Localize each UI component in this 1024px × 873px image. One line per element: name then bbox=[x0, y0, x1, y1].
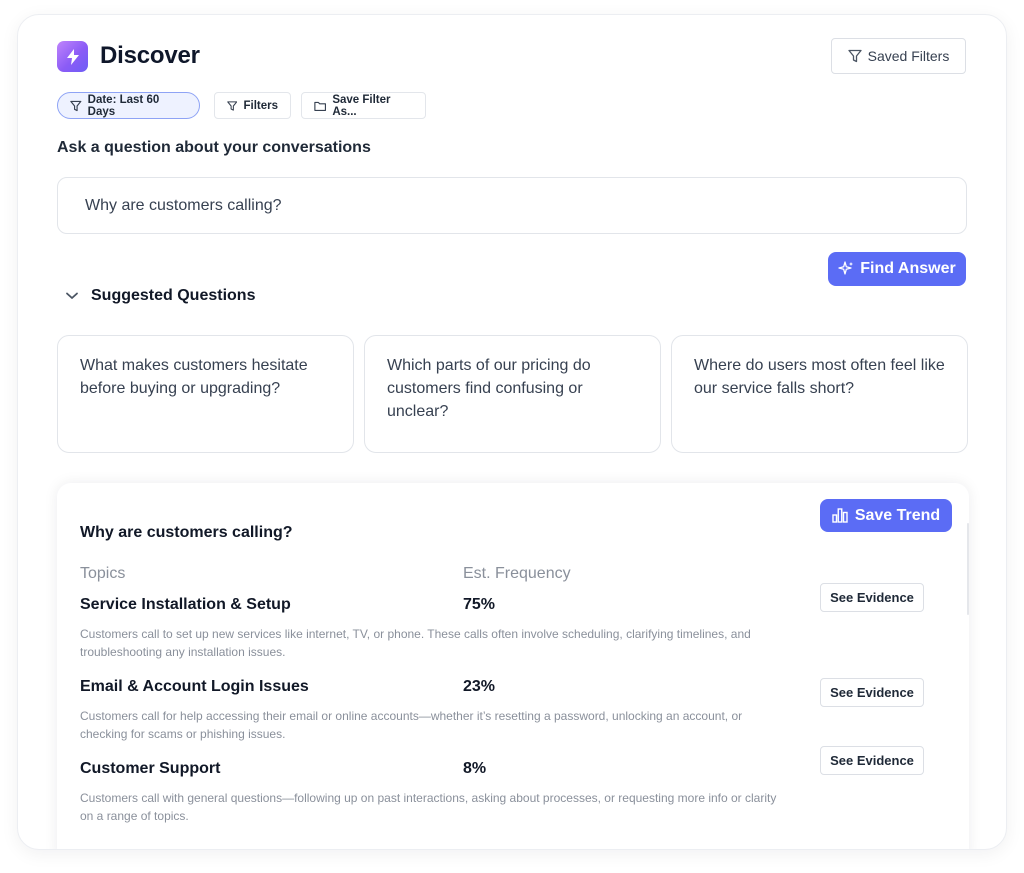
filters-label: Filters bbox=[243, 99, 278, 112]
see-evidence-button[interactable]: See Evidence bbox=[820, 746, 924, 775]
frequency-column-header: Est. Frequency bbox=[463, 565, 571, 582]
save-filter-as-label: Save Filter As... bbox=[332, 93, 391, 118]
question-input[interactable] bbox=[57, 177, 967, 234]
app-logo bbox=[57, 41, 88, 72]
suggested-questions-title: Suggested Questions bbox=[91, 287, 256, 304]
see-evidence-button[interactable]: See Evidence bbox=[820, 583, 924, 612]
bar-chart-icon bbox=[832, 508, 848, 523]
date-filter-label: Date: Last 60 Days bbox=[87, 93, 160, 118]
saved-filters-button[interactable]: Saved Filters bbox=[831, 38, 966, 74]
topic-title: Email & Account Login Issues bbox=[80, 678, 309, 695]
funnel-icon bbox=[847, 49, 862, 63]
topic-frequency: 75% bbox=[463, 596, 496, 613]
funnel-icon bbox=[227, 100, 238, 111]
saved-filters-label: Saved Filters bbox=[867, 48, 950, 64]
topic-title: Customer Support bbox=[80, 760, 221, 777]
save-filter-as-chip[interactable]: Save Filter As... bbox=[301, 92, 426, 119]
topic-description: Customers call with general questions—fo… bbox=[80, 791, 777, 823]
save-trend-button[interactable]: Save Trend bbox=[820, 499, 952, 532]
funnel-icon bbox=[70, 100, 82, 111]
suggested-question-text: Which parts of our pricing do customers … bbox=[387, 357, 591, 420]
topic-description: Customers call to set up new services li… bbox=[80, 627, 751, 659]
date-filter-chip[interactable]: Date: Last 60 Days bbox=[57, 92, 200, 119]
topics-column-header: Topics bbox=[80, 565, 126, 582]
topic-description: Customers call for help accessing their … bbox=[80, 709, 743, 741]
lightning-icon bbox=[66, 48, 79, 65]
suggested-question-text: What makes customers hesitate before buy… bbox=[80, 357, 308, 397]
topic-title: Service Installation & Setup bbox=[80, 596, 291, 613]
find-answer-label: Find Answer bbox=[860, 260, 956, 277]
suggested-question-text: Where do users most often feel like our … bbox=[694, 357, 945, 397]
results-scrollbar[interactable] bbox=[967, 523, 969, 615]
sparkles-icon bbox=[838, 261, 854, 275]
page-title: Discover bbox=[100, 42, 200, 69]
save-trend-label: Save Trend bbox=[854, 506, 941, 524]
ask-question-label: Ask a question about your conversations bbox=[57, 139, 371, 156]
suggested-question-card[interactable]: What makes customers hesitate before buy… bbox=[57, 335, 354, 453]
find-answer-button[interactable]: Find Answer bbox=[828, 252, 966, 286]
results-title: Why are customers calling? bbox=[80, 524, 293, 541]
suggested-question-card[interactable]: Where do users most often feel like our … bbox=[671, 335, 968, 453]
filters-chip[interactable]: Filters bbox=[214, 92, 291, 119]
chevron-down-icon bbox=[66, 292, 78, 299]
topic-frequency: 23% bbox=[463, 678, 496, 695]
suggested-questions-toggle[interactable]: Suggested Questions bbox=[65, 287, 255, 305]
folder-icon bbox=[314, 101, 327, 111]
see-evidence-button[interactable]: See Evidence bbox=[820, 678, 924, 707]
topic-frequency: 8% bbox=[463, 760, 487, 777]
suggested-question-card[interactable]: Which parts of our pricing do customers … bbox=[364, 335, 661, 453]
discover-card: Discover Saved Filters Date: Last 60 Day… bbox=[17, 14, 1007, 850]
results-panel: Why are customers calling? Save Trend To… bbox=[57, 483, 969, 849]
